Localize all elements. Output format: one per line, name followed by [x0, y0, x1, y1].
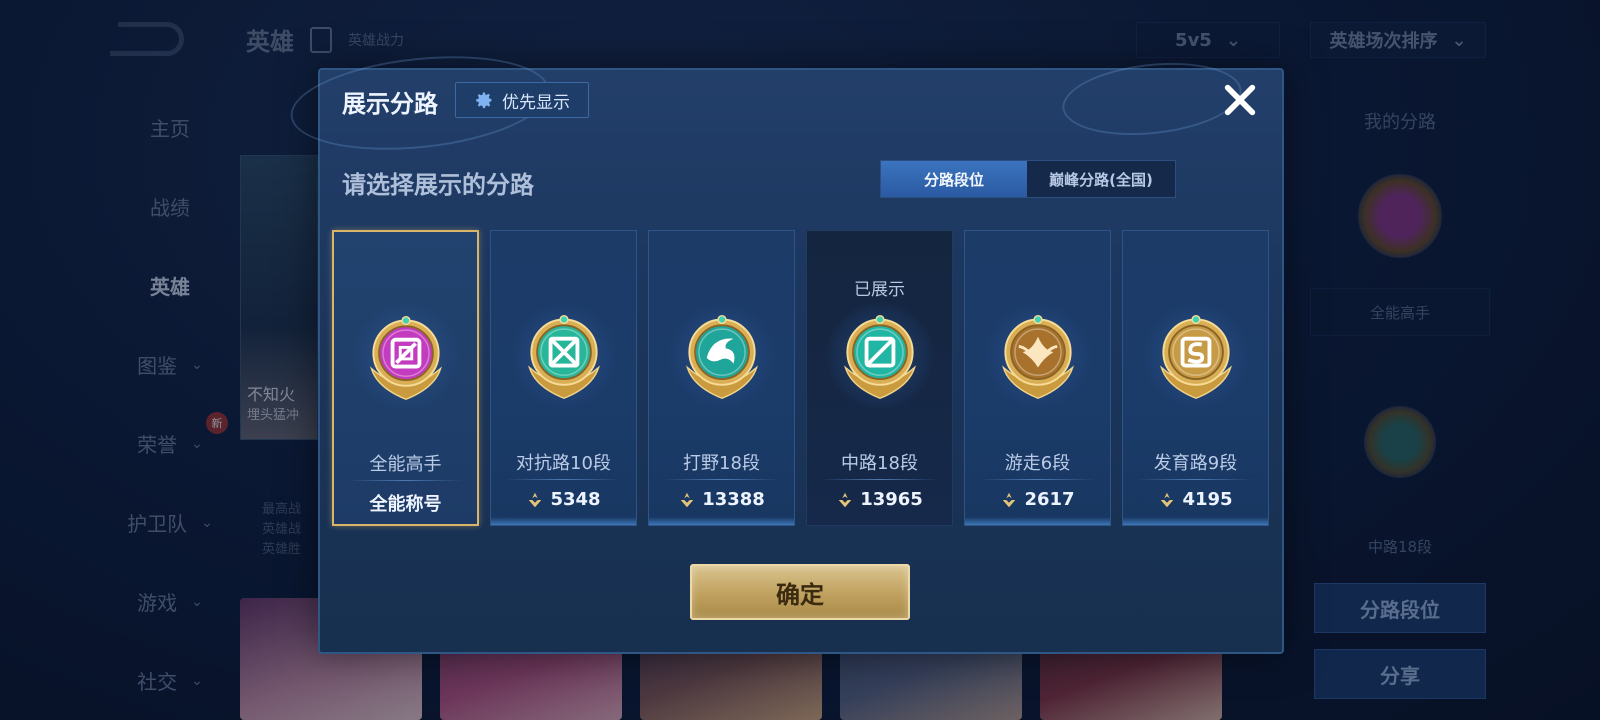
lane-card[interactable]: 游走6段 2617	[964, 230, 1111, 526]
lane-card[interactable]: 发育路9段 4195	[1122, 230, 1269, 526]
lane-power-icon	[838, 492, 852, 507]
lane-score: 2617	[965, 489, 1110, 510]
title-label: 全能称号	[369, 494, 442, 515]
lane-power-icon	[680, 492, 694, 507]
lane-card[interactable]: 打野18段 13388	[648, 230, 795, 526]
lane-score: 全能称号	[334, 490, 477, 516]
lane-medal	[350, 302, 461, 412]
lane-card[interactable]: 已展示中路18段 13965	[806, 230, 953, 526]
lane-score-value: 13388	[702, 489, 765, 510]
lane-tabs: 分路段位 巅峰分路(全国)	[880, 160, 1176, 198]
lane-display-dialog: 展示分路 优先显示 请选择展示的分路 分路段位 巅峰分路(全国) 全能高手全能称…	[286, 44, 1284, 654]
lane-glow	[965, 517, 1110, 525]
lane-medal	[666, 301, 777, 411]
lane-medal	[508, 301, 619, 411]
tab-lane-rank[interactable]: 分路段位	[881, 161, 1027, 197]
lane-power-icon	[529, 492, 542, 507]
lane-card[interactable]: 对抗路10段 5348	[490, 230, 637, 526]
mid-medal-icon	[843, 314, 916, 400]
divider	[1137, 479, 1254, 480]
lane-power-icon	[1161, 492, 1174, 507]
lane-score: 13965	[807, 489, 952, 510]
farm-medal-icon	[1159, 314, 1232, 400]
priority-display-button[interactable]: 优先显示	[455, 82, 589, 118]
lane-glow	[649, 517, 794, 525]
lane-name: 游走6段	[1004, 453, 1071, 474]
tab-peak-lane[interactable]: 巅峰分路(全国)	[1027, 161, 1175, 197]
divider	[821, 479, 938, 480]
allround-medal-icon	[369, 315, 442, 401]
lane-glow	[1123, 517, 1268, 525]
dialog-title: 展示分路	[342, 90, 438, 118]
lane-score: 5348	[491, 489, 636, 510]
lane-name: 发育路9段	[1153, 453, 1238, 474]
displayed-tag: 已展示	[854, 280, 905, 300]
roam-medal-icon	[1001, 314, 1074, 400]
lane-score: 4195	[1123, 489, 1268, 510]
divider	[979, 479, 1096, 480]
lane-name: 全能高手	[369, 454, 442, 475]
priority-display-label: 优先显示	[502, 92, 570, 113]
lane-medal	[982, 301, 1093, 411]
lane-list: 全能高手 全能称号 对抗路10段 5348 打野18段 13388 已展示 中路18段 1396…	[332, 230, 1269, 526]
lane-score-value: 2617	[1024, 489, 1075, 510]
lane-name: 中路18段	[841, 453, 918, 474]
lane-medal	[1140, 301, 1251, 411]
lane-score-value: 5348	[550, 489, 601, 510]
dialog-subtitle: 请选择展示的分路	[342, 171, 534, 199]
clash-medal-icon	[527, 314, 600, 400]
lane-card[interactable]: 全能高手 全能称号	[332, 230, 479, 526]
confirm-button[interactable]: 确定	[690, 564, 910, 620]
lane-medal	[824, 301, 935, 411]
lane-power-icon	[1003, 492, 1016, 507]
lane-score-value: 4195	[1182, 489, 1233, 510]
close-button[interactable]	[1218, 78, 1262, 122]
divider	[505, 479, 622, 480]
jungle-medal-icon	[685, 314, 758, 400]
gear-icon	[476, 92, 492, 109]
lane-name: 对抗路10段	[516, 453, 611, 474]
lane-score: 13388	[649, 489, 794, 510]
lane-score-value: 13965	[860, 489, 923, 510]
divider	[348, 480, 463, 481]
lane-glow	[491, 517, 636, 525]
lane-name: 打野18段	[683, 453, 760, 474]
close-icon	[1224, 84, 1256, 116]
divider	[663, 479, 780, 480]
